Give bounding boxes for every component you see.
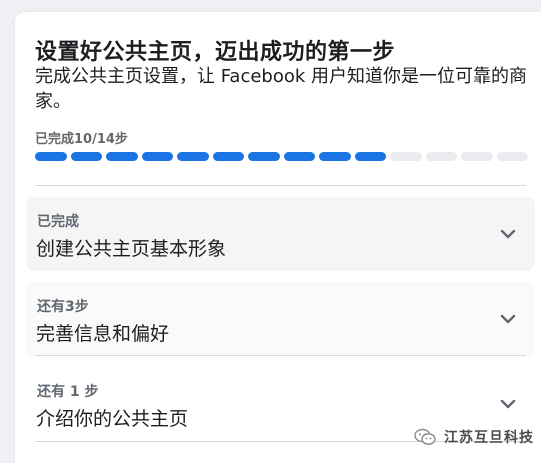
card-subtitle: 完成公共主页设置，让 Facebook 用户知道你是一位可靠的商家。 — [35, 66, 528, 112]
chevron-down-icon[interactable] — [499, 225, 517, 243]
card-title: 设置好公共主页，迈出成功的第一步 — [35, 40, 396, 65]
page-setup-card: 设置好公共主页，迈出成功的第一步 完成公共主页设置，让 Facebook 用户知… — [15, 12, 541, 463]
step-title: 介绍你的公共主页 — [36, 408, 189, 430]
wechat-icon — [414, 428, 436, 445]
progress-segment-done — [248, 152, 280, 161]
progress-segment-todo — [390, 152, 422, 161]
progress-segment-todo — [461, 152, 493, 161]
progress-segment-done — [283, 152, 315, 161]
step-title: 完善信息和偏好 — [36, 323, 170, 345]
progress-segment-done — [70, 152, 102, 161]
progress-segment-done — [212, 152, 244, 161]
divider — [35, 355, 526, 356]
step-status: 还有 1 步 — [37, 384, 99, 400]
divider — [35, 185, 526, 186]
progress-segment-done — [354, 152, 386, 161]
step-create-basic-profile[interactable]: 已完成 创建公共主页基本形象 — [26, 197, 535, 271]
watermark-text: 江苏互旦科技 — [444, 430, 534, 446]
progress-label: 已完成10/14步 — [35, 132, 128, 147]
chevron-down-icon[interactable] — [499, 310, 517, 328]
step-status: 已完成 — [37, 214, 79, 230]
step-title: 创建公共主页基本形象 — [36, 238, 227, 260]
chevron-down-icon[interactable] — [499, 395, 517, 413]
progress-segment-todo — [425, 152, 457, 161]
progress-segment-done — [106, 152, 138, 161]
step-status: 还有3步 — [37, 299, 89, 315]
step-complete-info[interactable]: 还有3步 完善信息和偏好 — [26, 282, 535, 356]
watermark: 江苏互旦科技 — [414, 425, 534, 449]
progress-segment-todo — [496, 152, 528, 161]
progress-bar — [35, 152, 528, 161]
progress-segment-done — [35, 152, 67, 161]
progress-segment-done — [319, 152, 351, 161]
progress-segment-done — [141, 152, 173, 161]
progress-segment-done — [177, 152, 209, 161]
